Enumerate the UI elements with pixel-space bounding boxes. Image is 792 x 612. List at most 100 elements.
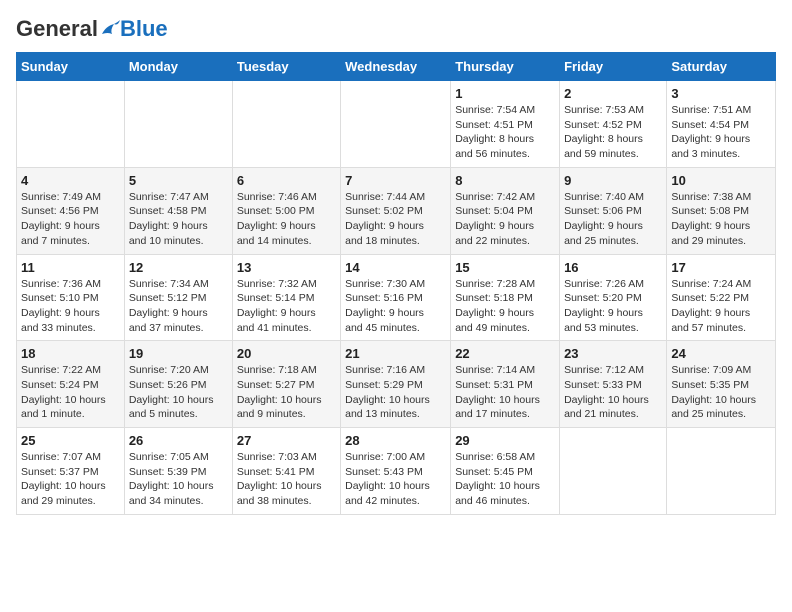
calendar-cell: 12 Sunrise: 7:34 AM Sunset: 5:12 PM Dayli… bbox=[124, 254, 232, 341]
day-info: Sunrise: 7:00 AM Sunset: 5:43 PM Dayligh… bbox=[345, 450, 446, 509]
day-info: Sunrise: 7:36 AM Sunset: 5:10 PM Dayligh… bbox=[21, 277, 120, 336]
day-info: Sunrise: 7:46 AM Sunset: 5:00 PM Dayligh… bbox=[237, 190, 336, 249]
day-info: Sunrise: 7:28 AM Sunset: 5:18 PM Dayligh… bbox=[455, 277, 555, 336]
day-info: Sunrise: 7:20 AM Sunset: 5:26 PM Dayligh… bbox=[129, 363, 228, 422]
day-number: 20 bbox=[237, 346, 336, 361]
header-saturday: Saturday bbox=[667, 53, 776, 81]
logo-general: General bbox=[16, 16, 98, 42]
day-info: Sunrise: 7:53 AM Sunset: 4:52 PM Dayligh… bbox=[564, 103, 662, 162]
day-info: Sunrise: 7:26 AM Sunset: 5:20 PM Dayligh… bbox=[564, 277, 662, 336]
day-number: 27 bbox=[237, 433, 336, 448]
calendar-cell: 7Sunrise: 7:44 AM Sunset: 5:02 PM Daylig… bbox=[341, 167, 451, 254]
day-info: Sunrise: 6:58 AM Sunset: 5:45 PM Dayligh… bbox=[455, 450, 555, 509]
day-number: 3 bbox=[671, 86, 771, 101]
calendar-cell: 6 Sunrise: 7:46 AM Sunset: 5:00 PM Daylig… bbox=[232, 167, 340, 254]
calendar-week-row: 4Sunrise: 7:49 AM Sunset: 4:56 PM Daylig… bbox=[17, 167, 776, 254]
page-header: General Blue bbox=[16, 16, 776, 42]
day-info: Sunrise: 7:24 AM Sunset: 5:22 PM Dayligh… bbox=[671, 277, 771, 336]
day-number: 15 bbox=[455, 260, 555, 275]
day-info: Sunrise: 7:12 AM Sunset: 5:33 PM Dayligh… bbox=[564, 363, 662, 422]
day-number: 22 bbox=[455, 346, 555, 361]
calendar-cell: 17 Sunrise: 7:24 AM Sunset: 5:22 PM Dayli… bbox=[667, 254, 776, 341]
calendar-cell: 27 Sunrise: 7:03 AM Sunset: 5:41 PM Dayli… bbox=[232, 428, 340, 515]
calendar-cell: 21 Sunrise: 7:16 AM Sunset: 5:29 PM Dayli… bbox=[341, 341, 451, 428]
day-number: 26 bbox=[129, 433, 228, 448]
day-number: 13 bbox=[237, 260, 336, 275]
calendar-cell: 23Sunrise: 7:12 AM Sunset: 5:33 PM Dayli… bbox=[560, 341, 667, 428]
calendar-cell bbox=[341, 81, 451, 168]
header-friday: Friday bbox=[560, 53, 667, 81]
calendar-cell: 16Sunrise: 7:26 AM Sunset: 5:20 PM Dayli… bbox=[560, 254, 667, 341]
calendar-cell: 8 Sunrise: 7:42 AM Sunset: 5:04 PM Daylig… bbox=[451, 167, 560, 254]
day-number: 24 bbox=[671, 346, 771, 361]
day-info: Sunrise: 7:16 AM Sunset: 5:29 PM Dayligh… bbox=[345, 363, 446, 422]
day-info: Sunrise: 7:51 AM Sunset: 4:54 PM Dayligh… bbox=[671, 103, 771, 162]
calendar-cell: 20 Sunrise: 7:18 AM Sunset: 5:27 PM Dayli… bbox=[232, 341, 340, 428]
calendar-cell: 14 Sunrise: 7:30 AM Sunset: 5:16 PM Dayli… bbox=[341, 254, 451, 341]
day-number: 6 bbox=[237, 173, 336, 188]
day-number: 14 bbox=[345, 260, 446, 275]
day-info: Sunrise: 7:18 AM Sunset: 5:27 PM Dayligh… bbox=[237, 363, 336, 422]
calendar-cell bbox=[667, 428, 776, 515]
day-info: Sunrise: 7:49 AM Sunset: 4:56 PM Dayligh… bbox=[21, 190, 120, 249]
calendar-cell: 24 Sunrise: 7:09 AM Sunset: 5:35 PM Dayli… bbox=[667, 341, 776, 428]
calendar-cell: 1 Sunrise: 7:54 AM Sunset: 4:51 PM Daylig… bbox=[451, 81, 560, 168]
calendar-cell: 4Sunrise: 7:49 AM Sunset: 4:56 PM Daylig… bbox=[17, 167, 125, 254]
calendar-cell: 18 Sunrise: 7:22 AM Sunset: 5:24 PM Dayli… bbox=[17, 341, 125, 428]
day-info: Sunrise: 7:54 AM Sunset: 4:51 PM Dayligh… bbox=[455, 103, 555, 162]
calendar-week-row: 1 Sunrise: 7:54 AM Sunset: 4:51 PM Daylig… bbox=[17, 81, 776, 168]
calendar-week-row: 25 Sunrise: 7:07 AM Sunset: 5:37 PM Dayli… bbox=[17, 428, 776, 515]
day-number: 9 bbox=[564, 173, 662, 188]
day-number: 1 bbox=[455, 86, 555, 101]
logo-blue: Blue bbox=[120, 16, 168, 42]
day-info: Sunrise: 7:07 AM Sunset: 5:37 PM Dayligh… bbox=[21, 450, 120, 509]
day-info: Sunrise: 7:42 AM Sunset: 5:04 PM Dayligh… bbox=[455, 190, 555, 249]
day-number: 8 bbox=[455, 173, 555, 188]
day-number: 10 bbox=[671, 173, 771, 188]
calendar-cell: 9Sunrise: 7:40 AM Sunset: 5:06 PM Daylig… bbox=[560, 167, 667, 254]
day-number: 2 bbox=[564, 86, 662, 101]
day-number: 5 bbox=[129, 173, 228, 188]
day-number: 11 bbox=[21, 260, 120, 275]
calendar-cell: 22Sunrise: 7:14 AM Sunset: 5:31 PM Dayli… bbox=[451, 341, 560, 428]
calendar-cell: 28 Sunrise: 7:00 AM Sunset: 5:43 PM Dayli… bbox=[341, 428, 451, 515]
day-info: Sunrise: 7:03 AM Sunset: 5:41 PM Dayligh… bbox=[237, 450, 336, 509]
day-number: 25 bbox=[21, 433, 120, 448]
header-tuesday: Tuesday bbox=[232, 53, 340, 81]
calendar-week-row: 11 Sunrise: 7:36 AM Sunset: 5:10 PM Dayli… bbox=[17, 254, 776, 341]
calendar-cell: 26 Sunrise: 7:05 AM Sunset: 5:39 PM Dayli… bbox=[124, 428, 232, 515]
day-number: 18 bbox=[21, 346, 120, 361]
day-info: Sunrise: 7:38 AM Sunset: 5:08 PM Dayligh… bbox=[671, 190, 771, 249]
calendar-cell: 3 Sunrise: 7:51 AM Sunset: 4:54 PM Daylig… bbox=[667, 81, 776, 168]
calendar-cell: 2 Sunrise: 7:53 AM Sunset: 4:52 PM Daylig… bbox=[560, 81, 667, 168]
day-info: Sunrise: 7:05 AM Sunset: 5:39 PM Dayligh… bbox=[129, 450, 228, 509]
logo-bird-icon bbox=[100, 20, 120, 38]
logo: General Blue bbox=[16, 16, 168, 42]
calendar-cell: 25 Sunrise: 7:07 AM Sunset: 5:37 PM Dayli… bbox=[17, 428, 125, 515]
day-info: Sunrise: 7:30 AM Sunset: 5:16 PM Dayligh… bbox=[345, 277, 446, 336]
header-thursday: Thursday bbox=[451, 53, 560, 81]
calendar-header-row: SundayMondayTuesdayWednesdayThursdayFrid… bbox=[17, 53, 776, 81]
day-info: Sunrise: 7:32 AM Sunset: 5:14 PM Dayligh… bbox=[237, 277, 336, 336]
calendar-cell: 29 Sunrise: 6:58 AM Sunset: 5:45 PM Dayli… bbox=[451, 428, 560, 515]
calendar-table: SundayMondayTuesdayWednesdayThursdayFrid… bbox=[16, 52, 776, 515]
day-info: Sunrise: 7:09 AM Sunset: 5:35 PM Dayligh… bbox=[671, 363, 771, 422]
calendar-cell: 19 Sunrise: 7:20 AM Sunset: 5:26 PM Dayli… bbox=[124, 341, 232, 428]
calendar-cell: 13 Sunrise: 7:32 AM Sunset: 5:14 PM Dayli… bbox=[232, 254, 340, 341]
day-info: Sunrise: 7:34 AM Sunset: 5:12 PM Dayligh… bbox=[129, 277, 228, 336]
day-number: 17 bbox=[671, 260, 771, 275]
day-number: 12 bbox=[129, 260, 228, 275]
day-number: 28 bbox=[345, 433, 446, 448]
calendar-cell: 11 Sunrise: 7:36 AM Sunset: 5:10 PM Dayli… bbox=[17, 254, 125, 341]
day-info: Sunrise: 7:44 AM Sunset: 5:02 PM Dayligh… bbox=[345, 190, 446, 249]
day-info: Sunrise: 7:47 AM Sunset: 4:58 PM Dayligh… bbox=[129, 190, 228, 249]
calendar-cell bbox=[17, 81, 125, 168]
day-number: 21 bbox=[345, 346, 446, 361]
day-number: 29 bbox=[455, 433, 555, 448]
calendar-cell: 5 Sunrise: 7:47 AM Sunset: 4:58 PM Daylig… bbox=[124, 167, 232, 254]
day-info: Sunrise: 7:22 AM Sunset: 5:24 PM Dayligh… bbox=[21, 363, 120, 422]
calendar-cell bbox=[232, 81, 340, 168]
day-number: 19 bbox=[129, 346, 228, 361]
calendar-cell bbox=[124, 81, 232, 168]
header-sunday: Sunday bbox=[17, 53, 125, 81]
